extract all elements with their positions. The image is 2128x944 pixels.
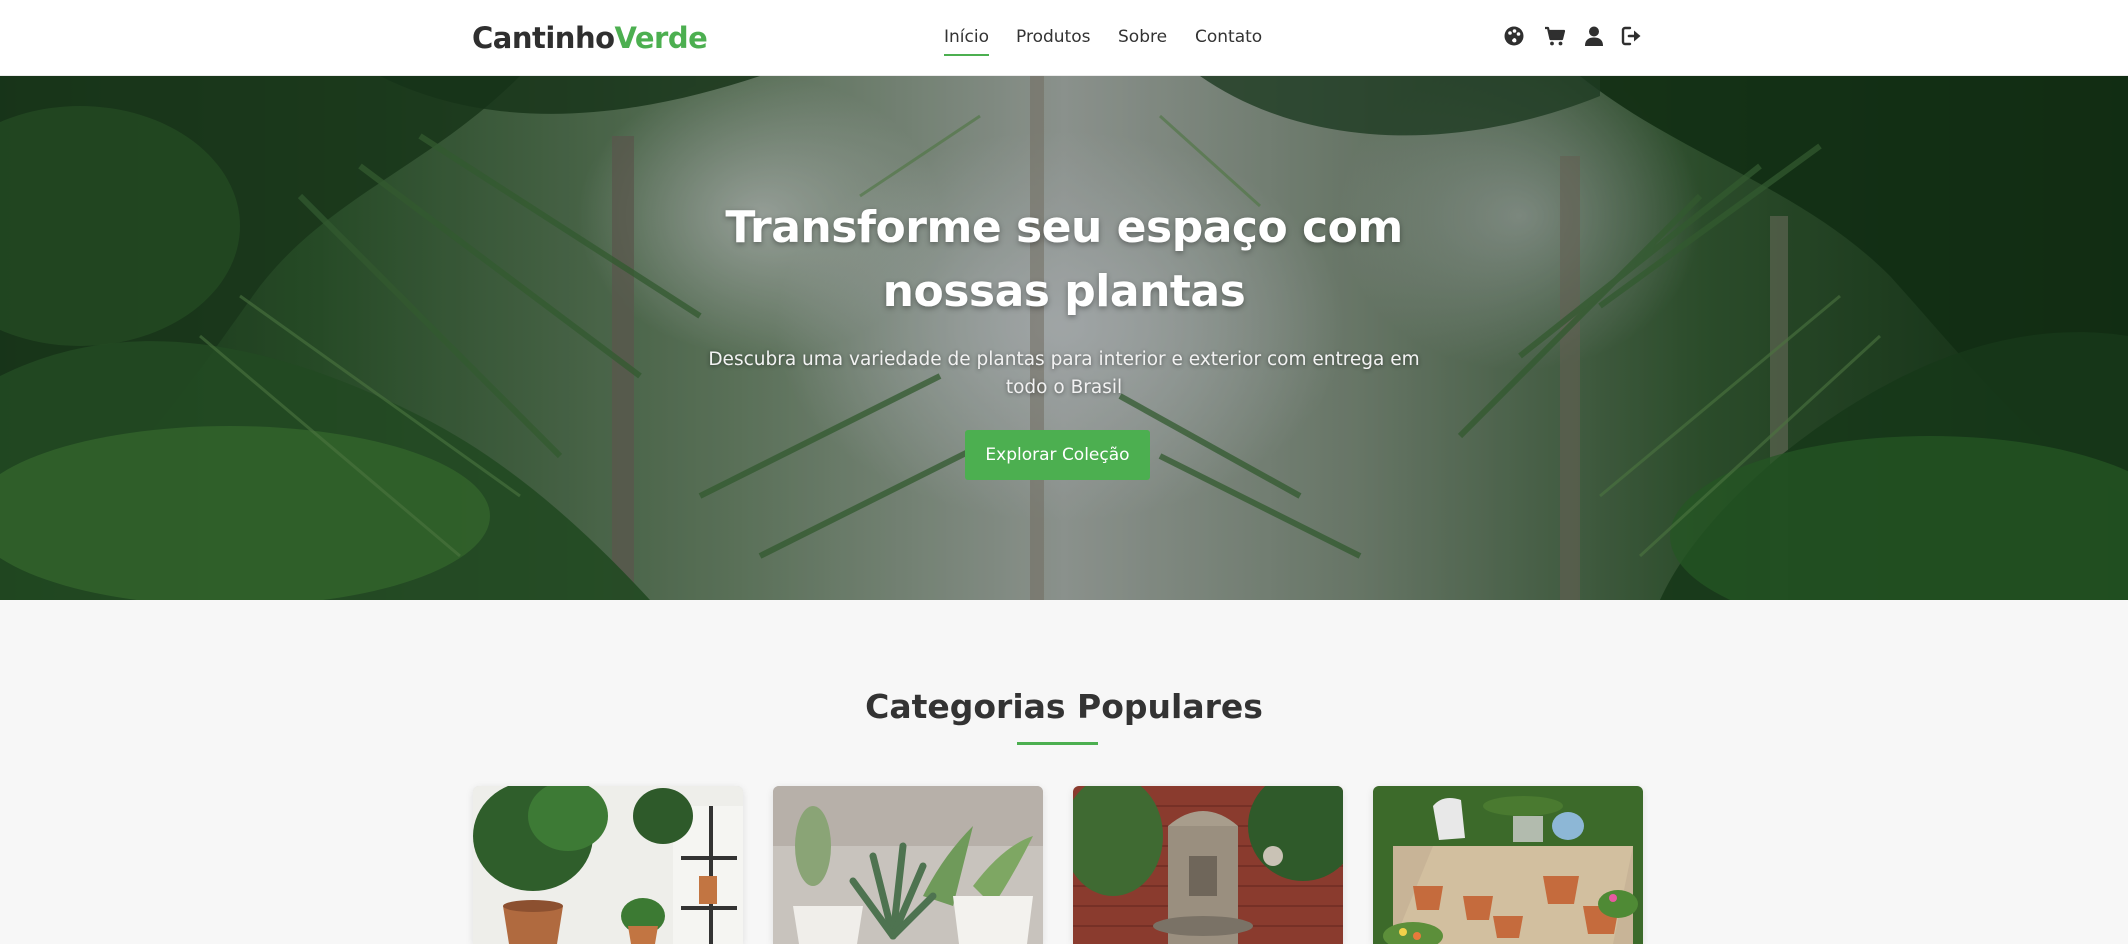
site-header: CantinhoVerde Início Produtos Sobre Cont… (0, 0, 2128, 76)
category-card-garden[interactable] (1073, 786, 1343, 944)
explore-collection-button[interactable]: Explorar Coleção (965, 430, 1150, 480)
nav-item-sobre[interactable]: Sobre (1118, 25, 1167, 49)
category-card-succulents[interactable] (773, 786, 1043, 944)
section-title: Categorias Populares (865, 687, 1263, 726)
category-card-tools[interactable] (1373, 786, 1643, 944)
user-icon[interactable] (1582, 24, 1606, 50)
hero-subtitle: Descubra uma variedade de plantas para i… (708, 349, 1420, 398)
gardening-tools-pots-image (1373, 786, 1643, 944)
nav-item-produtos[interactable]: Produtos (1016, 25, 1090, 49)
hero-overlay (0, 76, 2128, 600)
hero-banner: Transforme seu espaço com nossas plantas… (0, 76, 2128, 600)
hero-title: Transforme seu espaço com nossas plantas (725, 202, 1403, 317)
nav-item-contato[interactable]: Contato (1195, 25, 1262, 49)
main-nav: Início Produtos Sobre Contato (0, 0, 2128, 76)
indoor-plants-shelf-image (473, 786, 743, 944)
palette-icon[interactable] (1502, 24, 1526, 50)
section-title-underline (1017, 742, 1098, 745)
category-card-indoor-plants[interactable] (473, 786, 743, 944)
cart-icon[interactable] (1543, 24, 1567, 50)
succulents-pots-image (773, 786, 1043, 944)
nav-item-inicio[interactable]: Início (944, 25, 989, 56)
garden-fountain-image (1073, 786, 1343, 944)
logout-icon[interactable] (1620, 24, 1644, 50)
